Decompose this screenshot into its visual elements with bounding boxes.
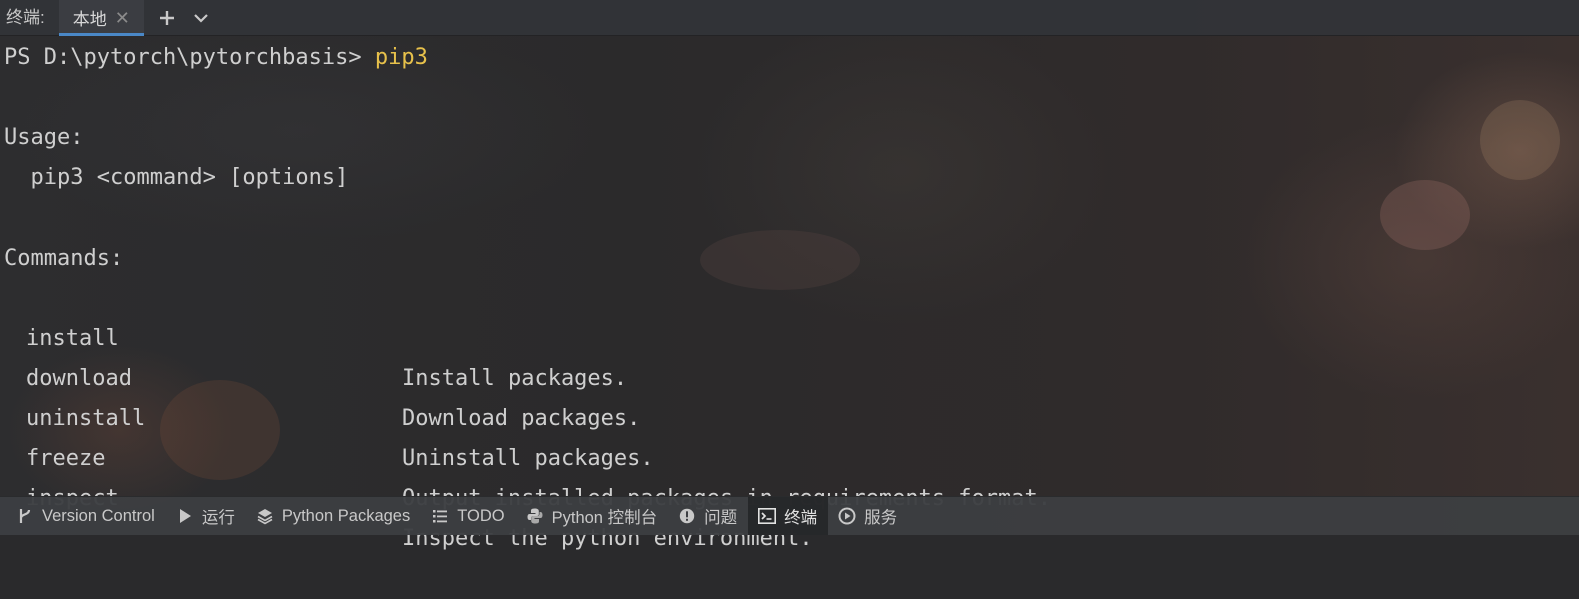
close-icon[interactable]: ✕ [115, 9, 130, 27]
tool-label: Python 控制台 [551, 509, 658, 527]
prompt-text: PS D:\pytorch\pytorchbasis> [4, 45, 375, 70]
prompt-line: PS D:\pytorch\pytorchbasis> pip3 [4, 38, 428, 78]
usage-line: pip3 <command> [options] [4, 165, 349, 190]
tool-label: 问题 [704, 509, 738, 527]
tool-label: TODO [457, 506, 505, 525]
new-tab-button[interactable] [150, 0, 184, 36]
layers-icon [256, 507, 274, 525]
tab-dropdown-button[interactable] [184, 0, 218, 36]
command-row: download Download packages. [0, 319, 1200, 431]
command-row: uninstall Uninstall packages. [0, 359, 1200, 471]
commands-heading: Commands: [4, 246, 124, 271]
services-icon [838, 507, 856, 525]
tool-python-packages[interactable]: Python Packages [246, 497, 421, 535]
command-row: inspect Inspect the python environment. [0, 439, 1200, 551]
tool-version-control[interactable]: Version Control [6, 497, 166, 535]
tool-window-bar: Version Control 运行 Python Packages TODO … [0, 496, 1579, 535]
python-icon [526, 507, 544, 525]
terminal-tab-bar: 终端: 本地 ✕ [0, 0, 1579, 36]
tool-label: Version Control [42, 506, 155, 525]
run-icon [176, 507, 194, 525]
usage-heading: Usage: [4, 125, 84, 150]
tool-label: 终端 [784, 509, 818, 527]
terminal-icon [758, 507, 777, 525]
command-row: freeze Output installed packages in requ… [0, 399, 1200, 511]
tool-label: 服务 [864, 509, 898, 527]
tab-local[interactable]: 本地 ✕ [58, 0, 144, 36]
branch-icon [16, 507, 34, 525]
tool-services[interactable]: 服务 [828, 497, 908, 535]
plus-icon [159, 10, 174, 25]
tool-label: 运行 [201, 509, 235, 527]
warning-icon [678, 507, 696, 525]
list-icon [431, 507, 449, 525]
terminal-output[interactable]: PS D:\pytorch\pytorchbasis> pip3 Usage: … [0, 36, 1579, 551]
tool-terminal[interactable]: 终端 [748, 497, 829, 535]
tool-label: Python Packages [281, 506, 411, 525]
tool-python-console[interactable]: Python 控制台 [516, 497, 668, 535]
tab-label: 本地 [72, 10, 107, 29]
chevron-down-icon [194, 13, 208, 23]
command-row: install Install packages. [0, 279, 1200, 391]
tool-problems[interactable]: 问题 [668, 497, 748, 535]
tool-todo[interactable]: TODO [421, 497, 515, 535]
tool-run[interactable]: 运行 [166, 497, 246, 535]
terminal-tabbar-title: 终端: [6, 7, 45, 27]
typed-command: pip3 [374, 45, 428, 70]
